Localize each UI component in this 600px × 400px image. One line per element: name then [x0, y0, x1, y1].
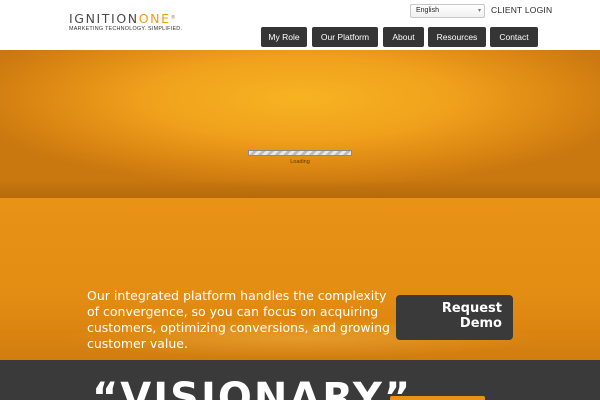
nav-my-role[interactable]: My Role — [261, 27, 307, 47]
platform-tagline: Our integrated platform handles the comp… — [87, 288, 390, 351]
language-select[interactable]: English ▾ — [410, 4, 485, 18]
nav-about[interactable]: About — [383, 27, 424, 47]
orange-accent-button[interactable] — [390, 396, 485, 400]
language-select-value: English — [416, 7, 439, 14]
request-demo-label-line2: Demo — [459, 316, 502, 331]
logo-wordmark: IGNITIONONE® — [69, 11, 176, 26]
nav-resources[interactable]: Resources — [428, 27, 486, 47]
ignitionone-logo[interactable]: IGNITIONONE® MARKETING TECHNOLOGY. SIMPL… — [69, 12, 182, 32]
hero-banner: Loading — [0, 50, 600, 198]
request-demo-button[interactable]: Request Demo — [396, 295, 513, 340]
loading-label: Loading — [290, 159, 310, 165]
hero-shadow — [0, 180, 600, 198]
nav-our-platform[interactable]: Our Platform — [312, 27, 378, 47]
testimonial-section: “VISIONARY” — [0, 360, 600, 400]
client-login-link[interactable]: CLIENT LOGIN — [491, 5, 552, 15]
nav-contact[interactable]: Contact — [490, 27, 538, 47]
visionary-quote: “VISIONARY” — [92, 375, 413, 400]
site-header: IGNITIONONE® MARKETING TECHNOLOGY. SIMPL… — [0, 0, 600, 50]
loading-progress-bar — [248, 150, 352, 156]
logo-tagline: MARKETING TECHNOLOGY. SIMPLIFIED. — [69, 26, 183, 32]
request-demo-label-line1: Request — [441, 301, 502, 316]
chevron-down-icon: ▾ — [477, 8, 481, 14]
platform-promo-section: Our integrated platform handles the comp… — [0, 198, 600, 360]
